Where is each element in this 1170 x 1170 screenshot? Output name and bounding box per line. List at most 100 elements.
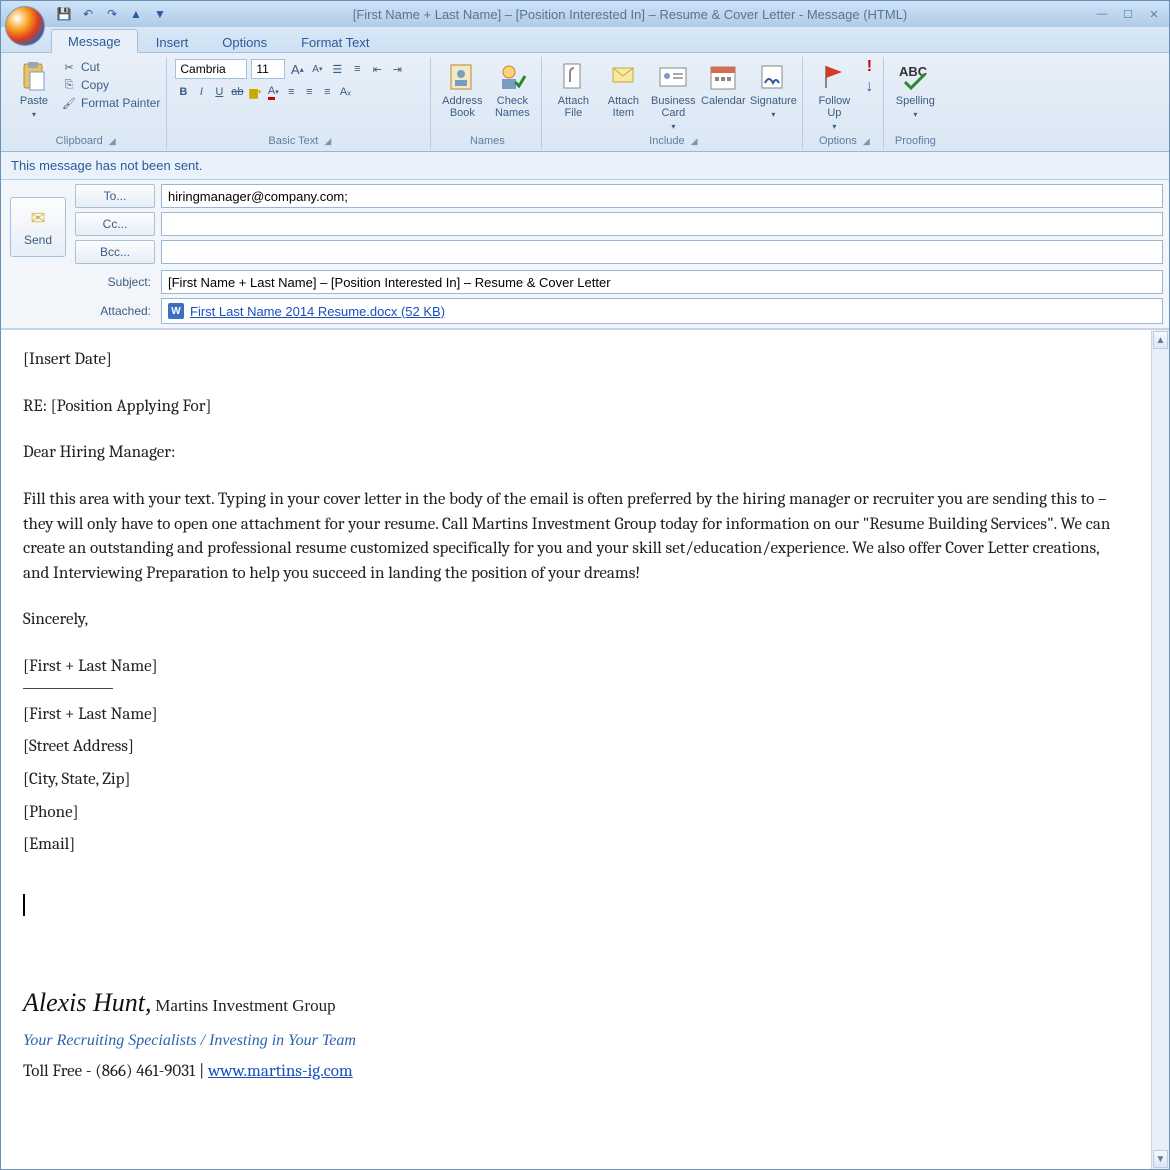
check-names-icon <box>496 61 528 93</box>
undo-icon[interactable]: ↶ <box>79 5 97 23</box>
to-field[interactable] <box>161 184 1163 208</box>
tab-options[interactable]: Options <box>206 31 283 53</box>
strike-icon[interactable]: ab <box>229 84 245 100</box>
close-button[interactable]: ✕ <box>1143 6 1165 22</box>
cut-button[interactable]: ✂ Cut <box>61 59 160 75</box>
info-bar: This message has not been sent. <box>1 152 1169 180</box>
window-controls: — ☐ ✕ <box>1091 6 1165 22</box>
indent-icon[interactable]: ⇥ <box>389 61 405 77</box>
numbering-icon[interactable]: ≡ <box>349 61 365 77</box>
attachment-link[interactable]: First Last Name 2014 Resume.docx (52 KB) <box>190 304 445 319</box>
underline-icon[interactable]: U <box>211 84 227 100</box>
send-button[interactable]: ✉ Send <box>10 197 66 257</box>
paste-button[interactable]: Paste ▾ <box>11 59 57 121</box>
scroll-up-icon[interactable]: ▲ <box>1153 331 1168 349</box>
calendar-button[interactable]: Calendar <box>700 59 746 107</box>
basic-text-dialog-launcher[interactable]: ◢ <box>324 136 331 147</box>
names-group-label: Names <box>470 135 505 147</box>
align-right-icon[interactable]: ≡ <box>319 84 335 100</box>
signature-button[interactable]: Signature▾ <box>750 59 796 121</box>
grow-font-icon[interactable]: A▴ <box>289 61 305 77</box>
paste-icon <box>18 61 50 93</box>
include-group-label: Include <box>649 135 684 147</box>
scroll-down-icon[interactable]: ▼ <box>1153 1150 1168 1168</box>
message-body-container: [Insert Date] RE: [Position Applying For… <box>1 329 1169 1169</box>
calendar-icon <box>707 61 739 93</box>
proofing-group-label: Proofing <box>895 135 936 147</box>
body-closing: Sincerely, <box>23 608 1129 633</box>
attach-file-icon <box>557 61 589 93</box>
subject-field[interactable] <box>161 270 1163 294</box>
body-date: [Insert Date] <box>23 348 1129 373</box>
format-painter-icon: 🖌 <box>61 95 77 111</box>
tab-format-text[interactable]: Format Text <box>285 31 385 53</box>
font-name-combo[interactable] <box>175 59 247 79</box>
bcc-field[interactable] <box>161 240 1163 264</box>
group-clipboard: Paste ▾ ✂ Cut ⎘ Copy 🖌 Format Painter <box>7 57 167 149</box>
include-dialog-launcher[interactable]: ◢ <box>691 136 698 147</box>
addr-email: [Email] <box>23 833 1129 858</box>
outdent-icon[interactable]: ⇤ <box>369 61 385 77</box>
signature-link[interactable]: www.martins-ig.com <box>208 1062 353 1081</box>
addr-name: [First + Last Name] <box>23 703 1129 728</box>
bold-icon[interactable]: B <box>175 84 191 100</box>
titlebar: 💾 ↶ ↷ ▲ ▼ [First Name + Last Name] – [Po… <box>1 1 1169 27</box>
copy-icon: ⎘ <box>61 77 77 93</box>
follow-up-button[interactable]: Follow Up▾ <box>811 59 857 133</box>
clear-format-icon[interactable]: Aₓ <box>337 84 353 100</box>
office-button[interactable] <box>5 6 45 46</box>
cc-button[interactable]: Cc... <box>75 212 155 236</box>
business-card-button[interactable]: Business Card▾ <box>650 59 696 133</box>
ribbon: Paste ▾ ✂ Cut ⎘ Copy 🖌 Format Painter <box>1 53 1169 152</box>
align-center-icon[interactable]: ≡ <box>301 84 317 100</box>
basic-text-group-label: Basic Text <box>268 135 318 147</box>
signature-divider <box>23 688 113 689</box>
cc-field[interactable] <box>161 212 1163 236</box>
spelling-icon: ABC <box>899 61 931 93</box>
spelling-button[interactable]: ABC Spelling▾ <box>892 59 938 121</box>
attach-item-button[interactable]: Attach Item <box>600 59 646 119</box>
shrink-font-icon[interactable]: A▾ <box>309 61 325 77</box>
options-group-label: Options <box>819 135 857 147</box>
body-paragraph: Fill this area with your text. Typing in… <box>23 488 1129 587</box>
clipboard-dialog-launcher[interactable]: ◢ <box>109 136 116 147</box>
next-icon[interactable]: ▼ <box>151 5 169 23</box>
cut-icon: ✂ <box>61 59 77 75</box>
clipboard-group-label: Clipboard <box>56 135 103 147</box>
business-card-icon <box>657 61 689 93</box>
attachment-well[interactable]: W First Last Name 2014 Resume.docx (52 K… <box>161 298 1163 324</box>
window-title: [First Name + Last Name] – [Position Int… <box>169 7 1091 22</box>
follow-up-icon <box>818 61 850 93</box>
tab-insert[interactable]: Insert <box>140 31 205 53</box>
ribbon-tabs: Message Insert Options Format Text <box>1 27 1169 53</box>
tab-message[interactable]: Message <box>51 29 138 53</box>
body-re: RE: [Position Applying For] <box>23 395 1129 420</box>
options-dialog-launcher[interactable]: ◢ <box>863 136 870 147</box>
bullets-icon[interactable]: ☰ <box>329 61 345 77</box>
vertical-scrollbar[interactable]: ▲ ▼ <box>1151 330 1169 1169</box>
save-icon[interactable]: 💾 <box>55 5 73 23</box>
message-header: ✉ Send To... Cc... Bcc... <box>1 180 1169 329</box>
format-painter-button[interactable]: 🖌 Format Painter <box>61 95 160 111</box>
font-color-icon[interactable]: A▾ <box>265 84 281 100</box>
prev-icon[interactable]: ▲ <box>127 5 145 23</box>
align-left-icon[interactable]: ≡ <box>283 84 299 100</box>
font-size-combo[interactable] <box>251 59 285 79</box>
check-names-button[interactable]: Check Names <box>489 59 535 119</box>
message-body[interactable]: [Insert Date] RE: [Position Applying For… <box>1 330 1151 1169</box>
bcc-button[interactable]: Bcc... <box>75 240 155 264</box>
redo-icon[interactable]: ↷ <box>103 5 121 23</box>
minimize-button[interactable]: — <box>1091 6 1113 22</box>
low-importance-icon[interactable]: ↓ <box>861 79 877 95</box>
to-button[interactable]: To... <box>75 184 155 208</box>
addr-phone: [Phone] <box>23 801 1129 826</box>
italic-icon[interactable]: I <box>193 84 209 100</box>
attach-file-button[interactable]: Attach File <box>550 59 596 119</box>
group-basic-text: A▴ A▾ ☰ ≡ ⇤ ⇥ B I U ab ▆▾ A▾ ≡ ≡ ≡ <box>171 57 431 149</box>
attached-label: Attached: <box>75 304 155 318</box>
copy-button[interactable]: ⎘ Copy <box>61 77 160 93</box>
address-book-button[interactable]: Address Book <box>439 59 485 119</box>
maximize-button[interactable]: ☐ <box>1117 6 1139 22</box>
highlight-icon[interactable]: ▆▾ <box>247 84 263 100</box>
high-importance-icon[interactable]: ! <box>861 59 877 75</box>
